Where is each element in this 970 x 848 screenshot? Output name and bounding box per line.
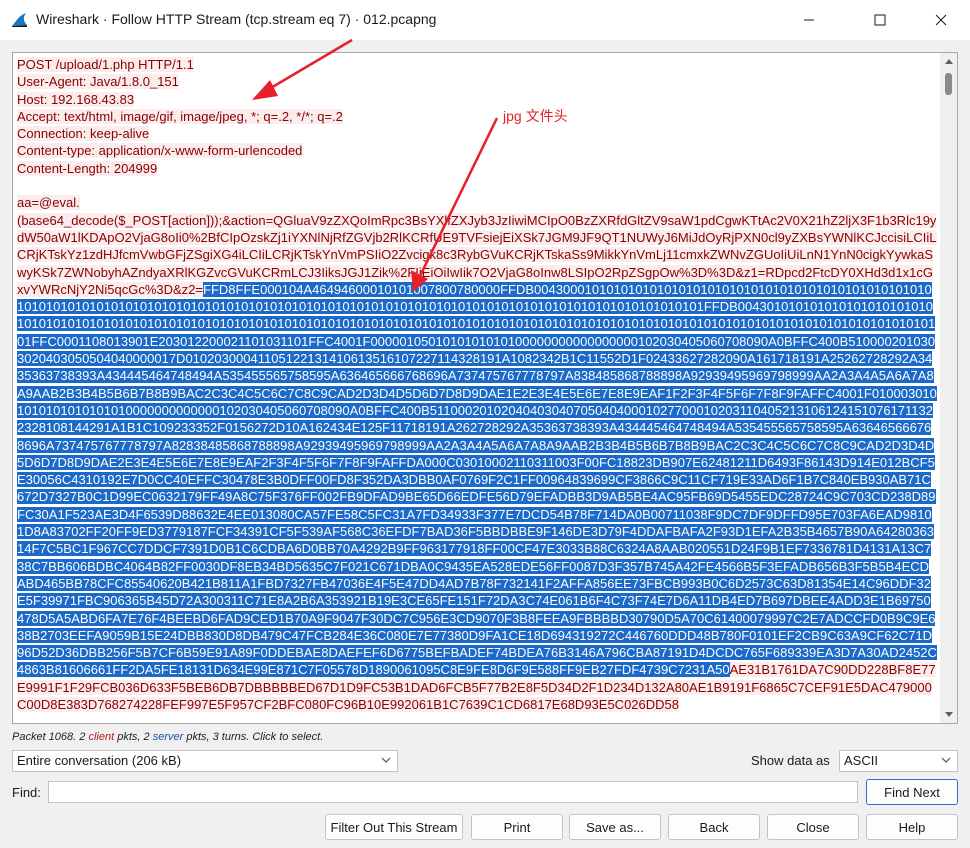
minimize-button[interactable] (786, 0, 832, 40)
window-title: Wireshark · Follow HTTP Stream (tcp.stre… (36, 11, 437, 27)
close-icon (935, 14, 947, 26)
stream-text[interactable]: POST /upload/1.php HTTP/1.1 User-Agent: … (17, 56, 937, 713)
chevron-down-icon (944, 712, 953, 717)
find-next-button[interactable]: Find Next (866, 779, 958, 805)
packet-number: Packet 1068. (12, 731, 77, 743)
jpg-header-annotation: jpg 文件头 (503, 108, 568, 124)
chevron-down-icon (381, 757, 391, 763)
find-label: Find: (12, 785, 41, 800)
conversation-selected: Entire conversation (206 kB) (17, 753, 182, 768)
back-button[interactable]: Back (668, 814, 760, 840)
client-label: client (88, 731, 115, 743)
conversation-select[interactable]: Entire conversation (206 kB) (12, 750, 398, 772)
pkts-separator: pkts, (117, 731, 141, 743)
filter-out-stream-button[interactable]: Filter Out This Stream (325, 814, 463, 840)
help-button[interactable]: Help (866, 814, 958, 840)
scroll-up-arrow[interactable] (940, 53, 957, 70)
maximize-icon (874, 14, 886, 26)
selected-hex-data: FFD8FFE000104A46494600010101007800780000… (17, 281, 937, 678)
status-tail: pkts, 3 turns. Click to select. (186, 731, 324, 743)
show-data-selected: ASCII (844, 753, 878, 768)
minimize-icon (804, 19, 814, 21)
server-pkt-count: 2 (143, 731, 150, 743)
save-as-button[interactable]: Save as... (569, 814, 661, 840)
show-data-label: Show data as (751, 753, 830, 768)
client-pkt-count: 2 (79, 731, 86, 743)
scroll-down-arrow[interactable] (940, 706, 957, 723)
maximize-button[interactable] (857, 0, 903, 40)
chevron-up-icon (944, 59, 953, 64)
close-window-button[interactable] (918, 0, 964, 40)
stream-status[interactable]: Packet 1068. 2 client pkts, 2 server pkt… (12, 731, 323, 743)
scrollbar-thumb[interactable] (945, 73, 952, 95)
print-button[interactable]: Print (471, 814, 563, 840)
find-input[interactable] (48, 781, 858, 803)
wireshark-fin-icon (12, 13, 27, 27)
stream-content[interactable]: POST /upload/1.php HTTP/1.1 User-Agent: … (12, 52, 958, 724)
server-label: server (152, 731, 184, 743)
title-bar: Wireshark · Follow HTTP Stream (tcp.stre… (0, 0, 970, 40)
chevron-down-icon (941, 757, 951, 763)
request-headers: POST /upload/1.php HTTP/1.1 User-Agent: … (17, 57, 343, 176)
vertical-scrollbar[interactable] (940, 53, 957, 723)
close-button[interactable]: Close (767, 814, 859, 840)
show-data-select[interactable]: ASCII (839, 750, 958, 772)
